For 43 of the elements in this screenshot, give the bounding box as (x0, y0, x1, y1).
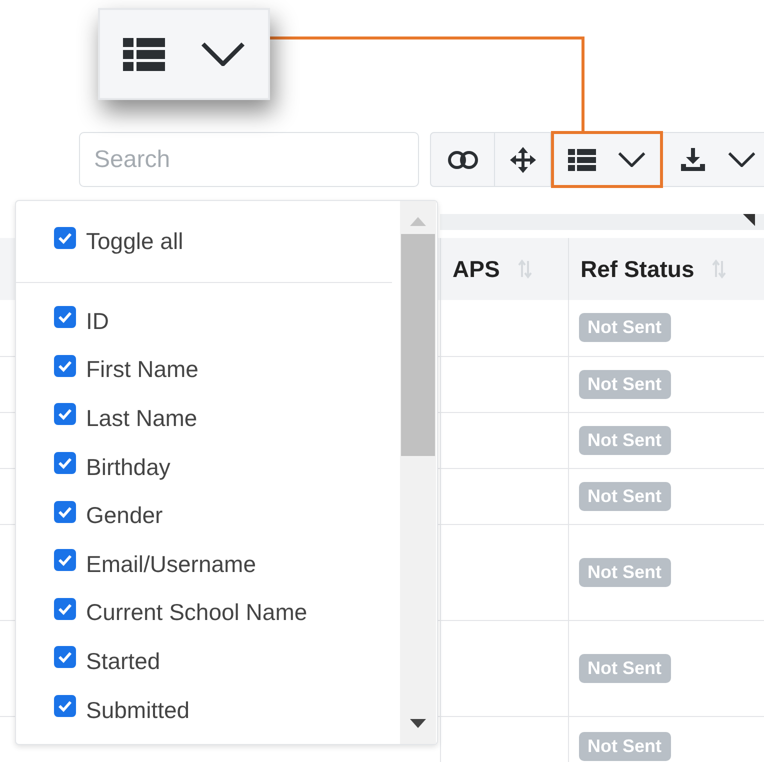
chevron-down-icon (618, 152, 646, 167)
checkbox-label: Last Name (86, 404, 198, 432)
checkbox[interactable] (54, 598, 76, 620)
checkbox-label: Submitted (86, 696, 190, 724)
status-badge: Not Sent (578, 732, 670, 760)
checkbox[interactable] (54, 500, 76, 523)
checkbox-label: Current School Name (86, 599, 308, 626)
toggle-icon (448, 150, 478, 168)
checkbox[interactable] (54, 695, 76, 718)
checkbox-label: First Name (86, 356, 198, 384)
status-badge: Not Sent (578, 482, 670, 510)
status-badge: Not Sent (578, 426, 670, 454)
checkbox[interactable] (54, 549, 76, 572)
checkbox-label: Birthday (86, 454, 170, 481)
chevron-down-icon (728, 152, 756, 167)
column-header: APS (452, 256, 500, 282)
columns-button[interactable] (551, 131, 663, 188)
checkbox[interactable] (54, 306, 76, 328)
list-icon (123, 38, 165, 70)
download-icon (680, 148, 706, 172)
checkbox-label: Email/Username (86, 550, 256, 578)
checkbox[interactable] (54, 354, 76, 377)
column-header: Ref Status (580, 256, 694, 282)
scroll-thumb[interactable] (401, 234, 435, 456)
status-badge: Not Sent (578, 558, 670, 586)
search-field[interactable]: Search (79, 132, 419, 187)
status-badge: Not Sent (578, 654, 670, 682)
checkbox[interactable] (54, 452, 76, 474)
scroll-down-icon[interactable] (410, 719, 426, 728)
corner-icon (743, 214, 755, 226)
checkbox[interactable] (54, 646, 76, 668)
scrollbar[interactable] (400, 201, 436, 744)
checkbox-label: Toggle all (86, 228, 184, 255)
checkbox[interactable] (54, 403, 76, 426)
status-badge: Not Sent (578, 370, 670, 398)
checkbox-label: Started (86, 648, 160, 675)
move-icon (510, 146, 536, 172)
checkbox-label: ID (86, 308, 109, 335)
checkbox-label: Gender (86, 502, 163, 530)
checkbox[interactable] (54, 226, 76, 248)
list-icon (568, 148, 596, 170)
chevron-down-icon (201, 42, 245, 66)
status-badge: Not Sent (578, 313, 670, 342)
